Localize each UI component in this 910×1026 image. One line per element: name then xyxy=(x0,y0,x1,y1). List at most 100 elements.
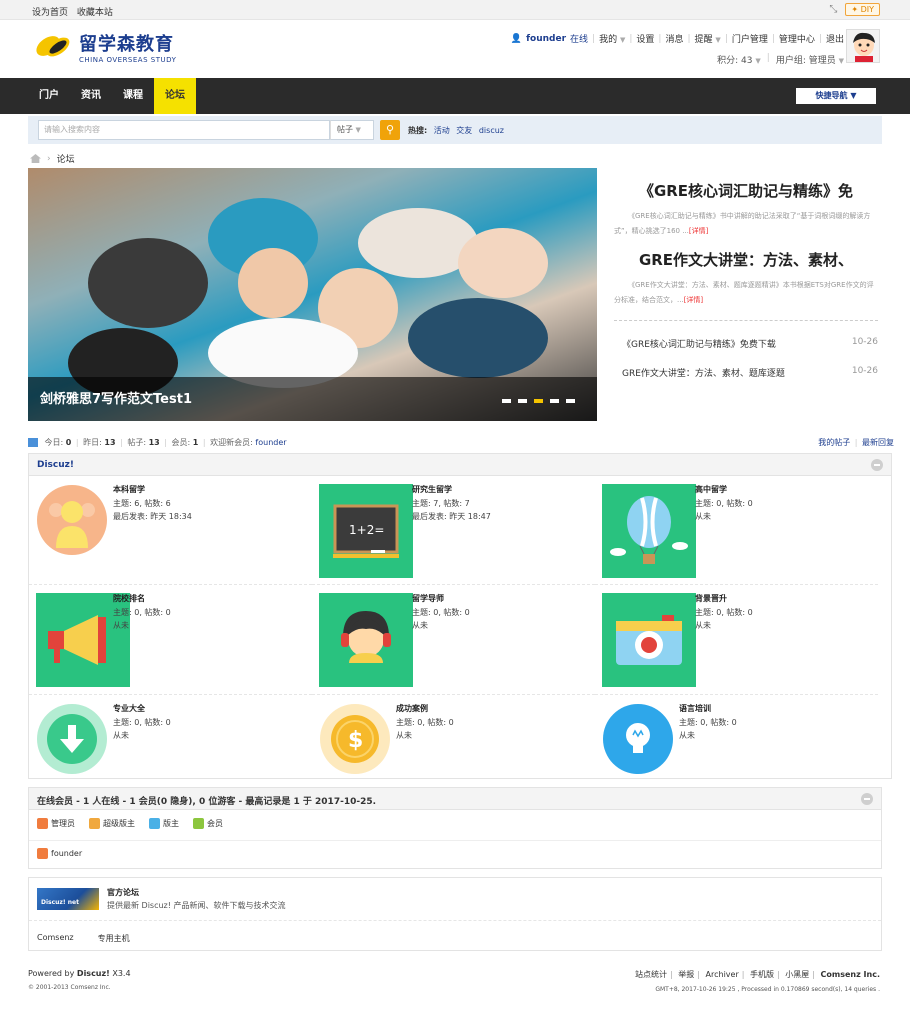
discuz-link[interactable]: Discuz! xyxy=(77,969,110,978)
forum-item[interactable]: 高中留学 主题: 0, 帖数: 0 从未 xyxy=(595,476,878,584)
forum-item[interactable]: 1+2= 研究生留学 主题: 7, 帖数: 7 最后发表: 昨天 18:47 xyxy=(312,476,595,584)
footer-left: Powered by Discuz! X3.4 © 2001-2013 Coms… xyxy=(28,969,131,991)
headline-1-desc: 《GRE核心词汇助记与精练》书中讲解的助记法采取了“基于词根词缀的解读方式”，精… xyxy=(614,212,871,235)
forum-name[interactable]: 成功案例 xyxy=(396,703,428,714)
diy-button[interactable]: ✦ DIY xyxy=(845,3,880,16)
forum-item[interactable]: 语言培训 主题: 0, 帖数: 0 从未 xyxy=(595,694,878,778)
footer-link[interactable]: 手机版 xyxy=(750,970,774,979)
logout-link[interactable]: 退出 xyxy=(826,32,844,45)
messages-link[interactable]: 消息 xyxy=(665,32,683,45)
member-legend: 管理员 超级版主 版主 会员 xyxy=(37,818,223,829)
hot-word[interactable]: discuz xyxy=(479,126,504,135)
nav-item-courses[interactable]: 课程 xyxy=(112,78,154,114)
blackboard-icon[interactable]: 1+2= xyxy=(319,484,413,578)
member-user-icon xyxy=(193,818,204,829)
slider-dot[interactable] xyxy=(566,399,575,403)
collapse-icon[interactable] xyxy=(871,459,883,471)
footer-link[interactable]: Archiver xyxy=(706,970,739,979)
balloon-icon[interactable] xyxy=(602,484,696,578)
more-link[interactable]: [详情] xyxy=(689,227,708,235)
collapse-icon[interactable] xyxy=(861,793,873,805)
fullscreen-icon[interactable]: ⤡ xyxy=(829,4,839,15)
site-logo[interactable]: 留学森教育 CHINA OVERSEAS STUDY xyxy=(32,28,176,66)
svg-text:1+2=: 1+2= xyxy=(349,523,384,537)
logo-cn: 留学森教育 xyxy=(79,34,174,55)
admin-user-icon xyxy=(37,848,48,859)
discuz-logo[interactable]: Discuz! net xyxy=(37,888,99,910)
online-user[interactable]: founder xyxy=(37,848,82,861)
slider-dot[interactable] xyxy=(518,399,527,403)
category-title[interactable]: Discuz! xyxy=(37,460,74,470)
search-type-select[interactable]: 帖子 ▼ xyxy=(330,120,374,140)
forum-name[interactable]: 专业大全 xyxy=(113,703,145,714)
points-menu[interactable]: 积分: 43 ▼ xyxy=(717,53,761,66)
bookmark-link[interactable]: 收藏本站 xyxy=(77,8,113,18)
slider-dot[interactable] xyxy=(502,399,511,403)
settings-link[interactable]: 设置 xyxy=(636,32,654,45)
quick-nav-button[interactable]: 快捷导航 ▼ xyxy=(796,88,876,104)
portal-admin-link[interactable]: 门户管理 xyxy=(732,32,768,45)
forum-name[interactable]: 研究生留学 xyxy=(412,484,452,495)
forum-item[interactable]: $ 成功案例 主题: 0, 帖数: 0 从未 xyxy=(312,694,595,778)
footer-link[interactable]: 小黑屋 xyxy=(785,970,809,979)
search-button[interactable]: ⚲ xyxy=(380,120,400,140)
slider-caption-text[interactable]: 剑桥雅思7写作范文Test1 xyxy=(40,388,192,407)
image-slider[interactable]: 剑桥雅思7写作范文Test1 xyxy=(28,168,597,421)
chevron-down-icon: ▼ xyxy=(838,57,844,65)
link-item[interactable]: Comsenz xyxy=(37,933,74,944)
legend-item: 会员 xyxy=(193,818,223,829)
forum-name[interactable]: 高中留学 xyxy=(695,484,727,495)
headline-2[interactable]: GRE作文大讲堂：方法、素材、 xyxy=(614,249,878,270)
forum-name[interactable]: 本科留学 xyxy=(113,484,145,495)
set-home-link[interactable]: 设为首页 xyxy=(32,8,68,18)
online-status: 在线 xyxy=(570,35,589,45)
company-link[interactable]: Comsenz Inc. xyxy=(821,970,880,979)
list-item[interactable]: 《GRE核心词汇助记与精练》免费下载 10-26 xyxy=(614,337,878,350)
chevron-right-icon: › xyxy=(47,153,51,164)
forum-name[interactable]: 语言培训 xyxy=(679,703,711,714)
forum-name[interactable]: 院校排名 xyxy=(113,593,145,604)
usergroup-menu[interactable]: 用户组: 管理员 ▼ xyxy=(776,53,844,66)
latest-replies-link[interactable]: 最新回复 xyxy=(862,438,894,447)
username-link[interactable]: founder xyxy=(526,34,566,44)
forum-item[interactable]: 留学导师 主题: 0, 帖数: 0 从未 xyxy=(312,584,595,692)
side-news: 《GRE核心词汇助记与精练》免 《GRE核心词汇助记与精练》书中讲解的助记法采取… xyxy=(614,168,878,421)
hot-word[interactable]: 活动 xyxy=(434,126,450,135)
footer-link[interactable]: 站点统计 xyxy=(635,970,667,979)
forum-item[interactable]: 专业大全 主题: 0, 帖数: 0 从未 xyxy=(29,694,312,778)
slider-dot[interactable] xyxy=(534,399,543,403)
footer-link[interactable]: 举报 xyxy=(678,970,694,979)
legend-item: 超级版主 xyxy=(89,818,135,829)
breadcrumb-current[interactable]: 论坛 xyxy=(57,152,75,165)
avatar[interactable] xyxy=(846,29,880,63)
link-title[interactable]: 官方论坛 xyxy=(107,887,139,898)
hot-word[interactable]: 交友 xyxy=(456,126,472,135)
nav-item-news[interactable]: 资讯 xyxy=(70,78,112,114)
forum-item[interactable]: 院校排名 主题: 0, 帖数: 0 从未 xyxy=(29,584,312,692)
admin-center-link[interactable]: 管理中心 xyxy=(779,32,815,45)
performance-info: GMT+8, 2017-10-26 19:25 , Processed in 0… xyxy=(655,986,880,993)
forum-item[interactable]: 背景晋升 主题: 0, 帖数: 0 从未 xyxy=(595,584,878,692)
home-icon[interactable] xyxy=(30,154,41,163)
list-item[interactable]: GRE作文大讲堂：方法、素材、题库逐题 10-26 xyxy=(614,366,878,379)
divider xyxy=(614,320,878,321)
nav-item-portal[interactable]: 门户 xyxy=(28,78,70,114)
new-member-link[interactable]: founder xyxy=(255,438,286,447)
camera-icon[interactable] xyxy=(602,593,696,687)
notify-menu[interactable]: 提醒 ▼ xyxy=(695,32,721,45)
more-link[interactable]: [详情] xyxy=(684,296,703,304)
online-title[interactable]: 在线会员 - 1 人在线 - 1 会员(0 隐身), 0 位游客 - 最高记录是… xyxy=(37,794,376,807)
my-menu[interactable]: 我的 ▼ xyxy=(599,32,625,45)
forum-name[interactable]: 背景晋升 xyxy=(695,593,727,604)
link-item[interactable]: 专用主机 xyxy=(98,933,130,944)
headline-2-desc: 《GRE作文大讲堂：方法、素材、题库逐题精讲》本书根据ETS对GRE作文的评分标… xyxy=(614,281,874,304)
forum-name[interactable]: 留学导师 xyxy=(412,593,444,604)
category-header: Discuz! xyxy=(29,454,891,476)
headline-1[interactable]: 《GRE核心词汇助记与精练》免 xyxy=(614,180,878,201)
nav-item-forum[interactable]: 论坛 xyxy=(154,78,196,114)
headset-icon[interactable] xyxy=(319,593,413,687)
my-posts-link[interactable]: 我的帖子 xyxy=(818,438,850,447)
search-input[interactable]: 请输入搜索内容 xyxy=(38,120,330,140)
slider-dot[interactable] xyxy=(550,399,559,403)
forum-item[interactable]: 本科留学 主题: 6, 帖数: 6 最后发表: 昨天 18:34 xyxy=(29,476,312,584)
